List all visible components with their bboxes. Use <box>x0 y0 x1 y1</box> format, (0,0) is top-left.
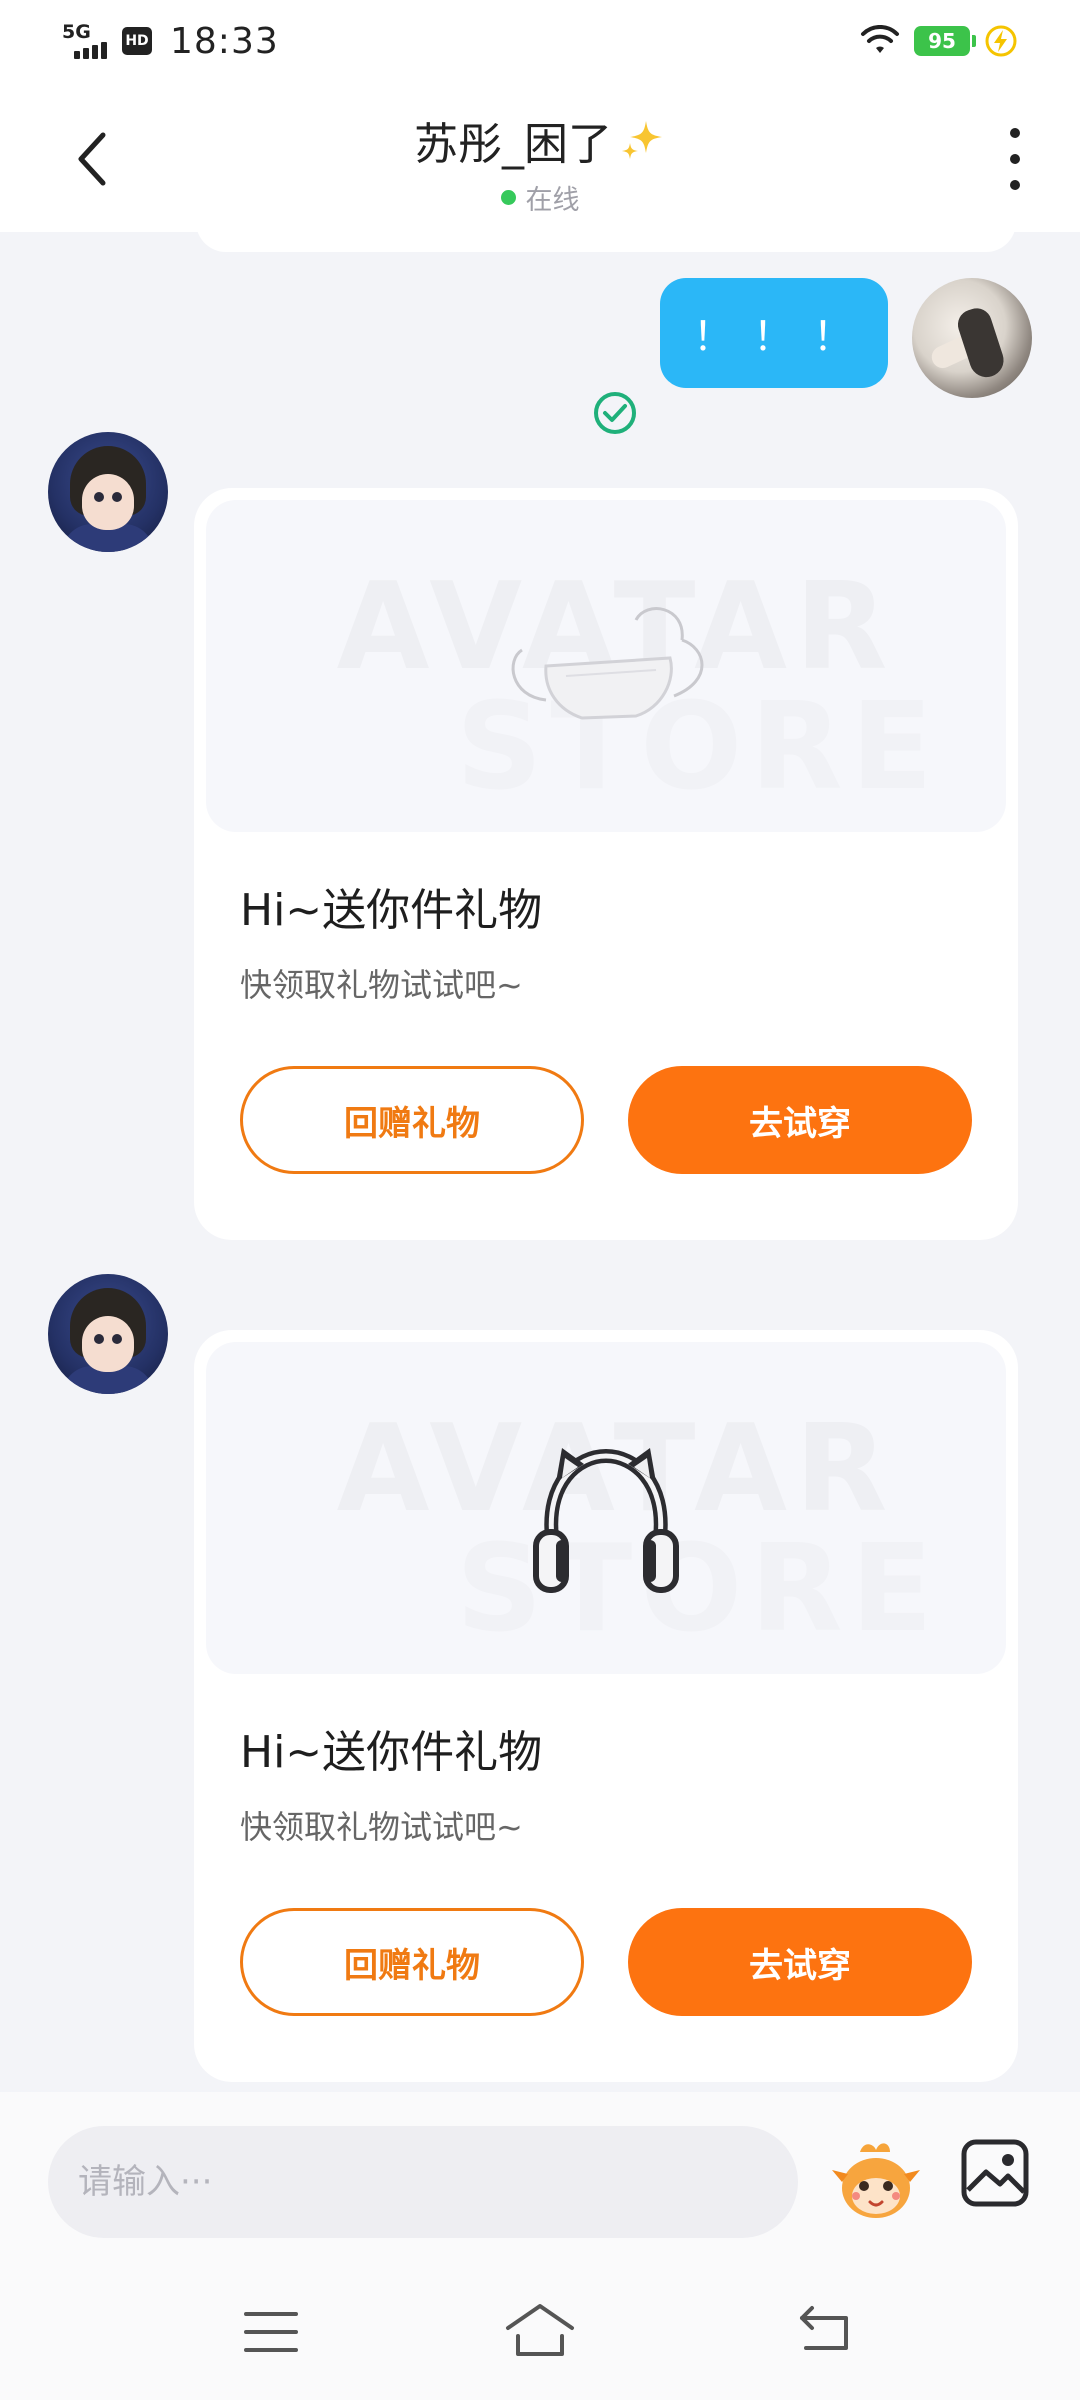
gift-title: Hi~送你件礼物 <box>240 885 543 936</box>
gift-card[interactable]: AVATAR STORE Hi~送你件礼物 快领取礼物试试吧~ 回赠礼物 去试穿 <box>194 488 1018 1240</box>
system-navigation-bar <box>0 2254 1080 2400</box>
read-check-icon <box>594 392 636 434</box>
home-icon[interactable] <box>504 2300 576 2360</box>
status-bar: 5G HD 18:33 95 <box>0 0 1080 82</box>
more-dot-icon <box>1010 154 1020 164</box>
previous-message-card <box>196 232 1016 252</box>
gift-image[interactable]: AVATAR STORE <box>206 500 1006 832</box>
title-area: 苏彤_困了 在线 <box>0 108 1080 217</box>
menu-icon[interactable] <box>244 2310 298 2354</box>
cellular-signal-icon: 5G <box>62 21 110 61</box>
message-input-bar <box>0 2092 1080 2254</box>
wifi-icon <box>861 25 899 53</box>
contact-avatar[interactable] <box>48 1274 168 1394</box>
network-type-label: 5G <box>62 21 91 43</box>
try-on-button[interactable]: 去试穿 <box>628 1066 972 1174</box>
outgoing-bubble[interactable]: ！！！ <box>660 278 888 388</box>
return-gift-button[interactable]: 回赠礼物 <box>240 1066 584 1174</box>
cat-ear-headphones-icon <box>533 1448 679 1593</box>
image-icon[interactable] <box>960 2138 1030 2208</box>
more-dot-icon <box>1010 180 1020 190</box>
back-nav-icon[interactable] <box>796 2304 852 2352</box>
my-avatar[interactable] <box>912 278 1032 398</box>
hd-badge: HD <box>122 27 152 55</box>
gift-subtitle: 快领取礼物试试吧~ <box>240 1808 523 1846</box>
online-dot-icon <box>500 190 516 205</box>
gift-title: Hi~送你件礼物 <box>240 1727 543 1778</box>
contact-name-text: 苏彤_困了 <box>414 119 612 170</box>
gift-card[interactable]: AVATAR STORE Hi~送你件礼物 快领取礼物试试吧~ 回赠礼物 去试穿 <box>194 1330 1018 2082</box>
chat-header: 苏彤_困了 在线 <box>0 82 1080 232</box>
gift-subtitle: 快领取礼物试试吧~ <box>240 966 523 1004</box>
message-input[interactable] <box>48 2126 798 2238</box>
contact-name: 苏彤_困了 <box>414 108 666 172</box>
charging-icon <box>985 25 1017 57</box>
more-dot-icon <box>1010 128 1020 138</box>
outgoing-message: ！！！ <box>0 278 1080 434</box>
chat-message-list[interactable]: ！！！ AVATAR STORE Hi~送你件礼物 快领取礼物试试吧~ 回赠礼物… <box>0 232 1080 2092</box>
status-right: 95 <box>860 24 1018 58</box>
status-left: 5G HD 18:33 <box>62 21 279 62</box>
battery-indicator: 95 <box>914 26 976 56</box>
return-gift-button[interactable]: 回赠礼物 <box>240 1908 584 2016</box>
try-on-button[interactable]: 去试穿 <box>628 1908 972 2016</box>
contact-avatar[interactable] <box>48 432 168 552</box>
mascot-emoji-icon[interactable] <box>830 2136 922 2228</box>
online-status: 在线 <box>0 178 1080 217</box>
status-time: 18:33 <box>170 20 279 62</box>
sparkle-icon <box>622 121 662 159</box>
more-options-button[interactable] <box>1000 128 1030 190</box>
face-mask-icon <box>511 607 704 720</box>
online-status-text: 在线 <box>525 185 580 216</box>
gift-image[interactable]: AVATAR STORE <box>206 1342 1006 1674</box>
